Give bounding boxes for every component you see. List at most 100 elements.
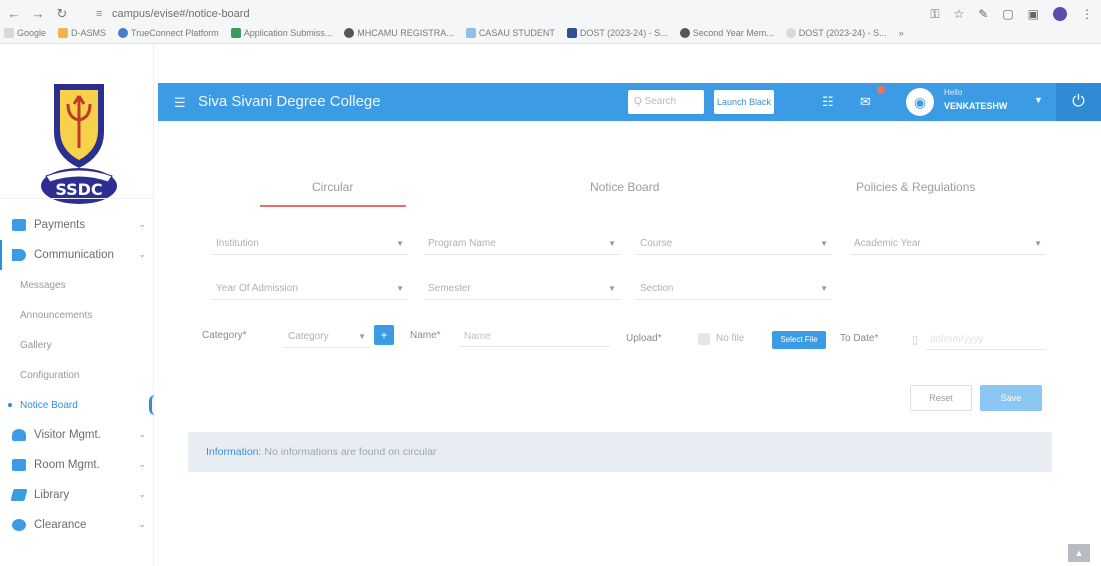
bookmark-second-year[interactable]: Second Year Mem...: [679, 28, 774, 38]
avatar[interactable]: ◉: [906, 88, 934, 116]
caret-down-icon: ▼: [820, 284, 828, 293]
to-date-input[interactable]: dd/mm/yyyy: [926, 330, 1046, 350]
sidebar-subitem-gallery[interactable]: Gallery: [0, 330, 154, 360]
info-prefix: Information:: [206, 446, 262, 458]
tab-circular[interactable]: Circular: [312, 180, 353, 194]
sidebar-item-visitor[interactable]: Visitor Mgmt. ⌄: [0, 420, 154, 450]
window-icon[interactable]: ▣: [1028, 5, 1039, 23]
calendar-icon[interactable]: ▯: [912, 333, 918, 346]
extension-icon[interactable]: ✎: [978, 5, 988, 23]
reset-button[interactable]: Reset: [910, 385, 972, 411]
bookmark-trueconnect[interactable]: TrueConnect Platform: [118, 28, 219, 38]
app-title: Siva Sivani Degree College: [198, 93, 381, 110]
key-icon[interactable]: ⚿: [930, 5, 939, 23]
profile-icon[interactable]: [1053, 7, 1067, 21]
bookmark-dost-2[interactable]: DOST (2023-24) - S...: [785, 28, 887, 38]
browser-actions: ⚿ ☆ ✎ ▢ ▣ ⋮: [930, 5, 1093, 23]
tab-bar: Circular Notice Board Policies & Regulat…: [158, 170, 1101, 210]
sidebar-menu: Payments ⌄ Communication ⌄ Messages Anno…: [0, 210, 154, 540]
chevron-down-icon: ⌄: [138, 249, 146, 259]
college-logo: SSDC: [41, 84, 117, 204]
trueconnect-icon: [118, 28, 129, 38]
save-button[interactable]: Save: [980, 385, 1042, 411]
chevron-down-icon: ⌄: [138, 219, 146, 229]
forward-icon[interactable]: →: [30, 6, 46, 22]
sidebar-item-library[interactable]: Library ⌄: [0, 480, 154, 510]
name-input[interactable]: Name: [460, 327, 610, 347]
active-dot-icon: [8, 403, 12, 407]
bookmark-casau[interactable]: CASAU STUDENT: [465, 28, 555, 38]
add-category-button[interactable]: +: [374, 325, 394, 345]
name-label: Name*: [410, 330, 441, 341]
hamburger-icon[interactable]: ☰: [174, 95, 186, 111]
chevron-down-icon: ⌄: [138, 489, 146, 499]
back-icon[interactable]: ←: [6, 6, 22, 22]
app-header: ☰ Siva Sivani Degree College Q Search La…: [158, 83, 1101, 121]
sidebar-subitem-configuration[interactable]: Configuration: [0, 360, 154, 390]
search-input[interactable]: Q Search: [628, 90, 704, 114]
dasms-icon: [58, 28, 69, 38]
tab-notice-board[interactable]: Notice Board: [590, 180, 659, 194]
to-date-label: To Date*: [840, 333, 879, 344]
sidebar-subitem-messages[interactable]: Messages: [0, 270, 154, 300]
caret-down-icon: ▼: [608, 239, 616, 248]
info-text: No informations are found on circular: [264, 446, 437, 458]
address-bar[interactable]: ≡ campus/evise#/notice-board: [96, 5, 876, 23]
active-marker: [149, 395, 155, 415]
visitor-icon: [12, 429, 26, 441]
sidebar-item-room[interactable]: Room Mgmt. ⌄: [0, 450, 154, 480]
power-icon[interactable]: ⏻: [1056, 83, 1101, 121]
menu-dots-icon[interactable]: ⋮: [1081, 5, 1093, 23]
sidebar-subitem-notice-board[interactable]: Notice Board: [0, 390, 154, 420]
bookmarks-bar: Google D-ASMS TrueConnect Platform Appli…: [4, 25, 1099, 41]
program-name-select[interactable]: Program Name ▼: [424, 233, 620, 255]
institution-select[interactable]: Institution ▼: [212, 233, 408, 255]
course-select[interactable]: Course ▼: [636, 233, 832, 255]
scroll-top-button[interactable]: ▲: [1068, 544, 1090, 562]
bookmarks-overflow[interactable]: »: [899, 28, 904, 38]
upload-label: Upload*: [626, 333, 662, 344]
notification-badge: [877, 86, 885, 94]
list-icon[interactable]: ☷: [822, 94, 834, 110]
bookmark-google[interactable]: Google: [4, 28, 46, 38]
application-icon: [230, 28, 241, 38]
caret-down-icon: ▼: [396, 239, 404, 248]
payments-icon: [12, 219, 26, 231]
mail-icon[interactable]: ✉: [860, 94, 871, 110]
sidebar-subitem-announcements[interactable]: Announcements: [0, 300, 154, 330]
sidebar-divider: [0, 198, 154, 199]
sidebar-item-payments[interactable]: Payments ⌄: [0, 210, 154, 240]
academic-year-select[interactable]: Academic Year ▼: [850, 233, 1046, 255]
library-icon: [10, 489, 28, 501]
caret-down-icon: ▼: [820, 239, 828, 248]
section-select[interactable]: Section ▼: [636, 278, 832, 300]
room-icon: [12, 459, 26, 471]
category-select[interactable]: Category ▼: [284, 326, 370, 348]
user-name[interactable]: VENKATESHW: [944, 101, 1007, 111]
communication-icon: [12, 249, 26, 261]
url-text: campus/evise#/notice-board: [112, 8, 250, 20]
year-of-admission-select[interactable]: Year Of Admission ▼: [212, 278, 408, 300]
bookmark-dasms[interactable]: D-ASMS: [58, 28, 106, 38]
browser-toolbar: ← → ↻ ≡ campus/evise#/notice-board ⚿ ☆ ✎ …: [0, 0, 1101, 44]
select-file-button[interactable]: Select File: [772, 331, 826, 349]
tab-policies[interactable]: Policies & Regulations: [856, 180, 975, 194]
reload-icon[interactable]: ↻: [54, 6, 70, 22]
user-greeting: Hello: [944, 88, 963, 97]
puzzle-icon[interactable]: ▢: [1002, 5, 1013, 23]
caret-down-icon[interactable]: ▼: [1034, 95, 1043, 105]
sidebar-item-clearance[interactable]: Clearance ⌄: [0, 510, 154, 540]
file-icon: [698, 333, 710, 345]
sidebar-item-communication[interactable]: Communication ⌄: [0, 240, 154, 270]
chevron-down-icon: ⌄: [138, 459, 146, 469]
caret-down-icon: ▼: [396, 284, 404, 293]
bookmark-mhcamu[interactable]: MHCAMU REGISTRA...: [344, 28, 454, 38]
star-icon[interactable]: ☆: [953, 5, 964, 23]
semester-select[interactable]: Semester ▼: [424, 278, 620, 300]
second-year-icon: [679, 28, 690, 38]
caret-down-icon: ▼: [1034, 239, 1042, 248]
launch-button[interactable]: Launch Black: [714, 90, 774, 114]
site-info-icon[interactable]: ≡: [96, 5, 108, 23]
bookmark-dost-1[interactable]: DOST (2023-24) - S...: [566, 28, 668, 38]
bookmark-application[interactable]: Application Submiss...: [230, 28, 332, 38]
